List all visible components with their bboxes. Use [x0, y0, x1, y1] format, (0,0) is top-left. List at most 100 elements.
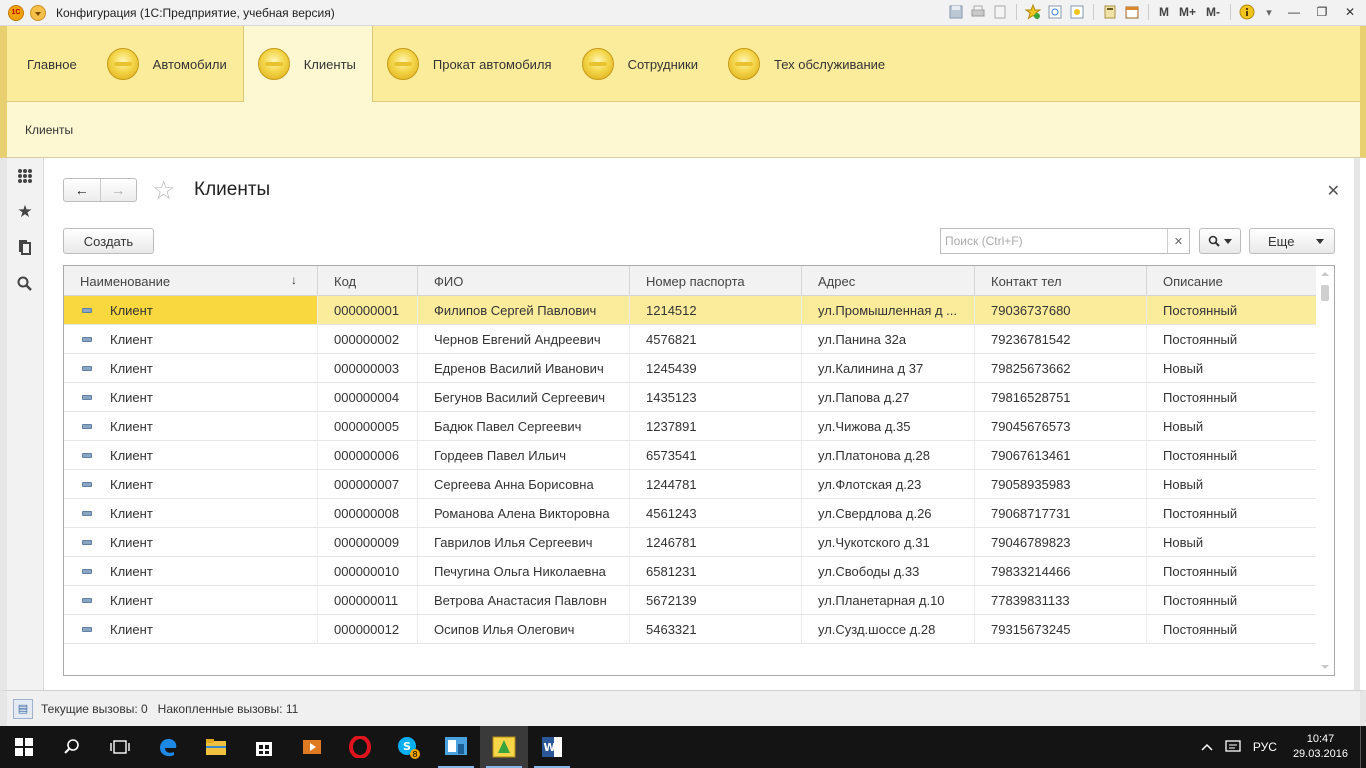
info-icon[interactable] [1238, 3, 1256, 21]
show-desktop-button[interactable] [1360, 726, 1366, 768]
cell-value: ул.Свободы д.33 [818, 563, 920, 579]
section-maintenance[interactable]: Тех обслуживание [714, 26, 901, 102]
taskbar-opera[interactable] [336, 726, 384, 768]
calculator-icon[interactable] [1101, 3, 1119, 21]
taskbar-explorer[interactable] [192, 726, 240, 768]
cell-value: Клиент [110, 331, 153, 347]
titlebar-tools: M M+ M- ▾ — ❐ ✕ [947, 3, 1362, 21]
cell-value: Клиент [110, 505, 153, 521]
taskbar-skype[interactable]: S 8 [384, 726, 432, 768]
column-header[interactable]: Код [318, 266, 418, 296]
taskbar-search-button[interactable] [48, 726, 96, 768]
server-calls-icon[interactable]: ▤ [13, 698, 33, 719]
back-button[interactable]: ← [64, 179, 100, 201]
column-header[interactable]: Контакт тел [975, 266, 1147, 296]
task-view-button[interactable] [96, 726, 144, 768]
forward-button[interactable]: → [99, 179, 137, 201]
table-row[interactable]: Клиент 000000009 Гаврилов Илья Сергеевич 12… [64, 528, 1318, 557]
close-window-button[interactable]: ✕ [1338, 3, 1362, 21]
history-icon[interactable] [1046, 3, 1064, 21]
create-button[interactable]: Создать [63, 228, 154, 254]
memory-subtract-button[interactable]: M- [1203, 3, 1223, 21]
section-main[interactable]: Главное [7, 26, 96, 223]
breadcrumb-clients-link[interactable]: Клиенты [25, 123, 73, 137]
search-button[interactable] [7, 266, 43, 302]
more-button[interactable]: Еще [1249, 228, 1335, 254]
main-menu-button[interactable] [30, 4, 46, 21]
taskbar-media-player[interactable] [288, 726, 336, 768]
column-header[interactable]: ФИО [418, 266, 630, 296]
taskbar-edge[interactable] [144, 726, 192, 768]
section-cars[interactable]: Автомобили [93, 26, 243, 102]
taskbar-1c-designer[interactable] [432, 726, 480, 768]
section-car-rental[interactable]: Прокат автомобиля [373, 26, 568, 102]
cell-value: Новый [1163, 360, 1204, 376]
table-row[interactable]: Клиент 000000008 Романова Алена Викторовна… [64, 499, 1318, 528]
history-button[interactable] [7, 230, 43, 266]
section-clients[interactable]: Клиенты [242, 26, 373, 102]
cell-value: Постоянный [1163, 447, 1238, 463]
catalog-item-icon [82, 394, 92, 400]
cell-value: 1246781 [646, 534, 697, 550]
chevron-down-icon[interactable]: ▾ [1260, 3, 1278, 21]
close-icon[interactable]: ✕ [1327, 181, 1340, 201]
notification-icon[interactable] [1219, 740, 1247, 754]
favorite-star-icon[interactable]: ☆ [152, 175, 175, 205]
table-row[interactable]: Клиент 000000001 Филипов Сергей Павлович 12… [64, 296, 1318, 325]
section-employees[interactable]: Сотрудники [568, 26, 714, 102]
print-icon[interactable] [969, 3, 987, 21]
column-label: Наименование [80, 273, 171, 289]
table-cell-name: Клиент [64, 586, 318, 614]
save-icon[interactable] [947, 3, 965, 21]
table-row[interactable]: Клиент 000000004 Бегунов Василий Сергеевич… [64, 383, 1318, 412]
cell-value: Едренов Василий Иванович [434, 360, 604, 376]
table-cell-passport: 4561243 [630, 499, 802, 527]
table-row[interactable]: Клиент 000000006 Гордеев Павел Ильич 657354… [64, 441, 1318, 470]
column-header[interactable]: Описание [1147, 266, 1300, 296]
clear-search-icon[interactable]: ✕ [1167, 229, 1189, 253]
stars-icon[interactable] [1068, 3, 1086, 21]
start-button[interactable] [0, 726, 48, 768]
favorites-button[interactable]: ★ [7, 194, 43, 230]
table-cell-phone: 77839831133 [975, 586, 1147, 614]
table-cell-code: 000000012 [318, 615, 418, 643]
taskbar-1c-enterprise[interactable] [480, 726, 528, 768]
all-functions-button[interactable] [7, 158, 43, 194]
cell-value: Ветрова Анастасия Павловн [434, 592, 607, 608]
memory-add-button[interactable]: M+ [1176, 3, 1199, 21]
taskbar-store[interactable] [240, 726, 288, 768]
language-indicator[interactable]: РУС [1247, 740, 1283, 754]
search-input[interactable] [941, 229, 1167, 253]
table-row[interactable]: Клиент 000000002 Чернов Евгений Андреевич 4… [64, 325, 1318, 354]
taskbar-word[interactable]: W [528, 726, 576, 768]
restore-button[interactable]: ❐ [1310, 3, 1334, 21]
cell-value: 6573541 [646, 447, 697, 463]
table-row[interactable]: Клиент 000000012 Осипов Илья Олегович 54633… [64, 615, 1318, 644]
search-options-button[interactable] [1199, 228, 1241, 254]
table-cell-name: Клиент [64, 325, 318, 353]
table-row[interactable]: Клиент 000000003 Едренов Василий Иванович 1… [64, 354, 1318, 383]
chevron-up-icon[interactable] [1195, 743, 1219, 751]
1c-logo-icon[interactable]: 1С [8, 4, 24, 21]
table-cell-fio: Осипов Илья Олегович [418, 615, 630, 643]
minimize-button[interactable]: — [1282, 3, 1306, 21]
preview-icon[interactable] [991, 3, 1009, 21]
table-row[interactable]: Клиент 000000011 Ветрова Анастасия Павловн… [64, 586, 1318, 615]
scroll-down-icon[interactable] [1321, 665, 1329, 669]
table-row[interactable]: Клиент 000000007 Сергеева Анна Борисовна 12… [64, 470, 1318, 499]
search-box: ✕ [940, 228, 1190, 254]
add-favorite-icon[interactable] [1024, 3, 1042, 21]
column-header[interactable]: Адрес [802, 266, 975, 296]
scroll-up-icon[interactable] [1321, 272, 1329, 276]
vertical-scrollbar[interactable] [1316, 266, 1334, 675]
clock[interactable]: 10:47 29.03.2016 [1283, 732, 1360, 762]
scroll-thumb[interactable] [1321, 285, 1329, 301]
calendar-icon[interactable] [1123, 3, 1141, 21]
column-header[interactable]: Наименование ↓ [64, 266, 318, 296]
table-row[interactable]: Клиент 000000010 Печугина Ольга Николаевна… [64, 557, 1318, 586]
column-header[interactable]: Номер паспорта [630, 266, 802, 296]
cell-value: Осипов Илья Олегович [434, 621, 575, 637]
memory-button[interactable]: M [1156, 3, 1172, 21]
table-row[interactable]: Клиент 000000005 Бадюк Павел Сергеевич 1237… [64, 412, 1318, 441]
cell-value: 1435123 [646, 389, 697, 405]
